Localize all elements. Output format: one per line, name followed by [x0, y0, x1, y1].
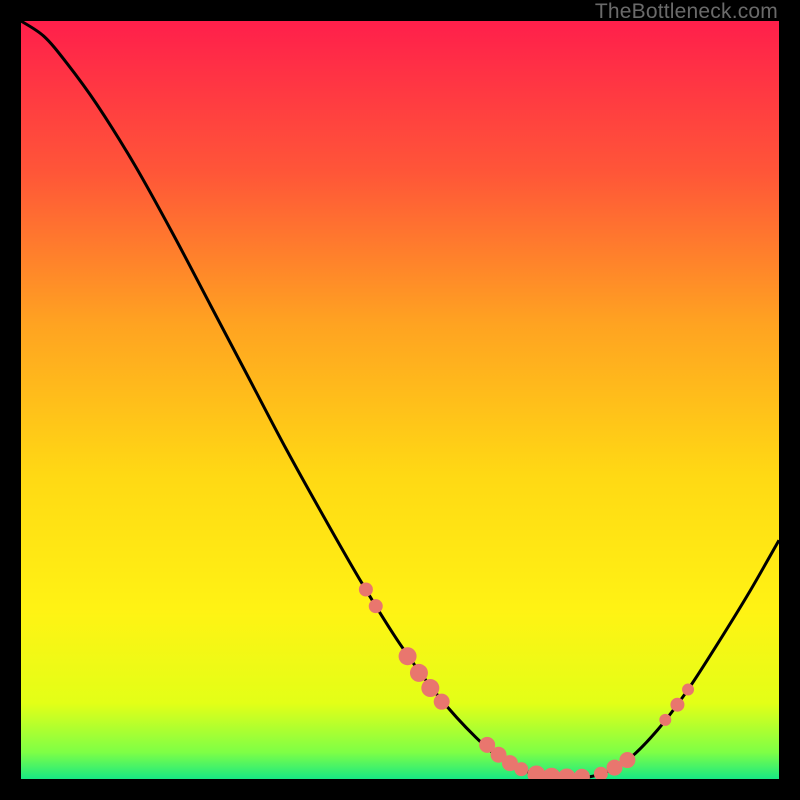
data-marker [399, 647, 417, 665]
data-marker [359, 583, 373, 597]
data-marker [369, 599, 383, 613]
data-marker [670, 698, 684, 712]
data-marker [434, 694, 450, 710]
chart-svg [21, 21, 779, 779]
data-marker [659, 714, 671, 726]
data-marker [410, 664, 428, 682]
watermark-text: TheBottleneck.com [595, 0, 778, 24]
data-marker [619, 752, 635, 768]
data-marker [514, 762, 528, 776]
chart-frame [21, 21, 779, 779]
data-marker [421, 679, 439, 697]
data-marker [682, 684, 694, 696]
gradient-background [21, 21, 779, 779]
